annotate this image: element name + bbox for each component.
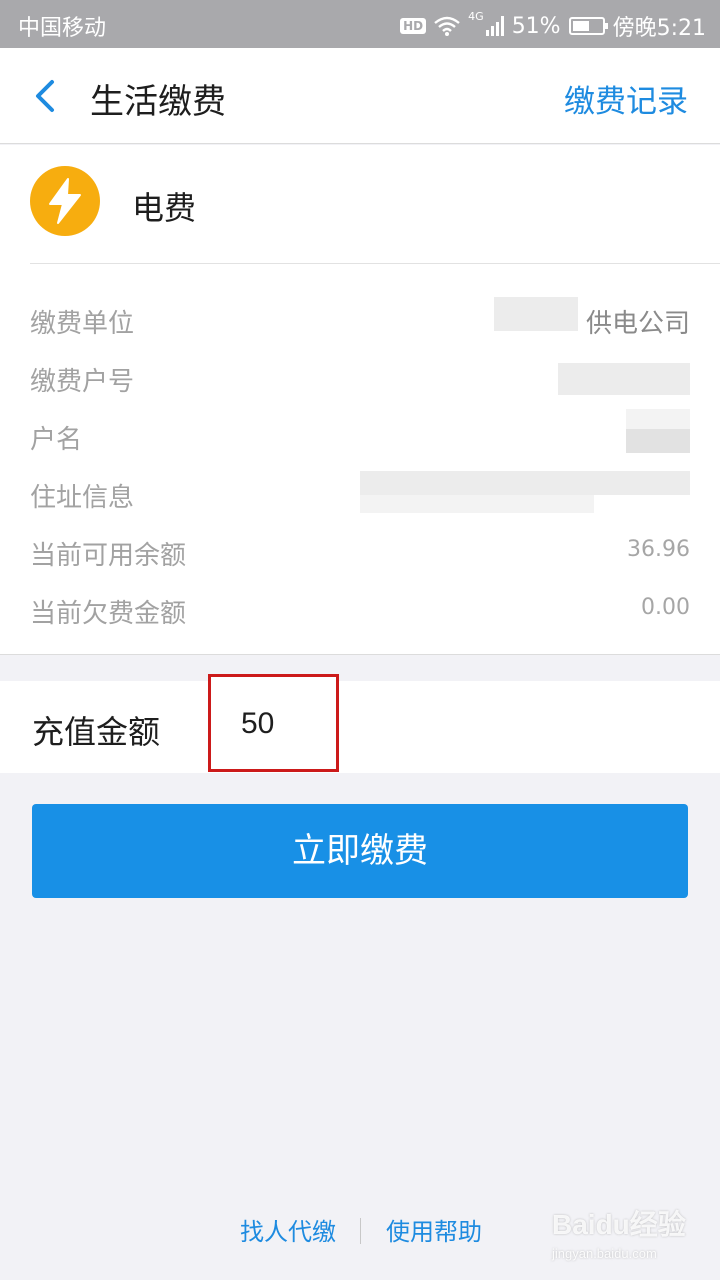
hd-icon: HD [400, 18, 427, 34]
wifi-icon [434, 16, 460, 36]
row-payment-unit: 缴费单位 供电公司 [30, 297, 690, 339]
row-label: 户名 [30, 425, 83, 455]
clock: 傍晚5:21 [612, 16, 706, 41]
row-arrears: 当前欠费金额 0.00 [30, 589, 690, 629]
row-account-number: 缴费户号 [30, 357, 690, 397]
row-label: 当前欠费金额 [30, 599, 187, 629]
lightning-icon [30, 166, 100, 236]
battery-percent: 51% [511, 13, 561, 39]
row-address: 住址信息 [30, 471, 690, 513]
carrier-name: 中国移动 [18, 16, 107, 41]
row-available-balance: 当前可用余额 36.96 [30, 531, 690, 571]
status-bar: 中国移动 HD 4G 51% 傍晚5:21 [0, 0, 720, 48]
pay-now-button[interactable]: 立即缴费 [32, 804, 688, 898]
page-title: 生活缴费 [90, 82, 226, 122]
row-value: 供电公司 [585, 309, 690, 339]
row-label: 缴费户号 [30, 367, 135, 397]
row-value: 36.96 [627, 537, 690, 562]
nav-bar: 生活缴费 缴费记录 [0, 48, 720, 144]
baidu-watermark: Baidu经验 [552, 1209, 686, 1240]
back-arrow-icon[interactable] [26, 76, 66, 116]
divider [30, 263, 720, 264]
row-label: 住址信息 [30, 483, 135, 513]
bill-type-title: 电费 [132, 189, 197, 227]
battery-icon [568, 17, 608, 35]
row-label: 缴费单位 [30, 309, 135, 339]
row-account-name: 户名 [30, 409, 690, 455]
redacted-block [494, 297, 578, 331]
help-link[interactable]: 使用帮助 [386, 1212, 482, 1247]
row-label: 当前可用余额 [30, 541, 187, 571]
footer-divider [360, 1218, 361, 1244]
redacted-block [360, 495, 594, 513]
payment-record-link[interactable]: 缴费记录 [564, 76, 688, 121]
status-icons: HD 4G 51% 傍晚5:21 [400, 10, 706, 42]
signal-icon [485, 16, 504, 36]
recharge-label: 充值金额 [32, 713, 161, 751]
bill-card: 电费 缴费单位 供电公司 缴费户号 户名 住址信息 当前可用余额 36.96 当… [0, 145, 720, 655]
recharge-amount-row: 充值金额 50 [0, 674, 720, 773]
redacted-block [360, 471, 690, 495]
network-type: 4G [468, 10, 484, 23]
watermark-url: jingyan.baidu.com [552, 1246, 657, 1261]
redacted-block [626, 409, 690, 429]
row-value: 0.00 [641, 595, 690, 620]
recharge-amount-input[interactable]: 50 [208, 674, 339, 772]
proxy-pay-link[interactable]: 找人代缴 [240, 1212, 336, 1247]
redacted-block [558, 363, 690, 395]
redacted-block [626, 429, 690, 453]
